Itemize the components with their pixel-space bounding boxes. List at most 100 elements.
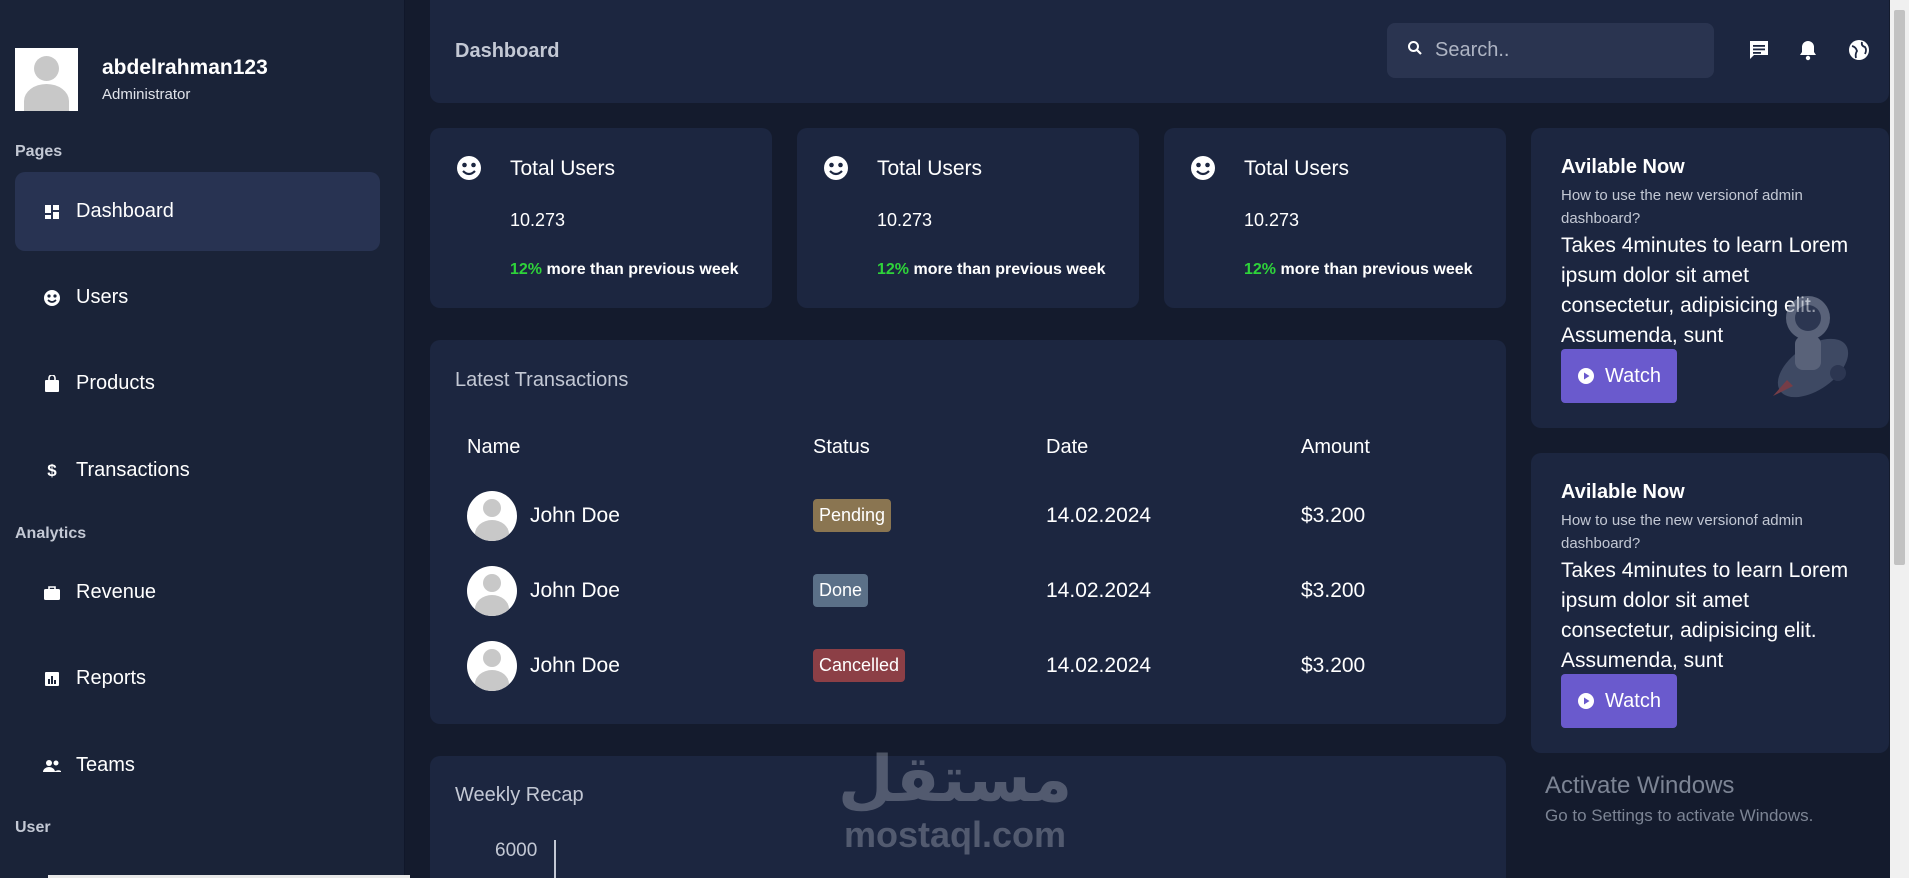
y-tick-label: 6000: [495, 840, 538, 861]
page-title: Dashboard: [455, 40, 560, 62]
stat-note: 12% more than previous week: [510, 261, 739, 279]
sidebar-item-dashboard[interactable]: Dashboard: [15, 172, 380, 251]
sidebar-item-label: Revenue: [76, 581, 157, 603]
status-badge: Cancelled: [813, 649, 906, 682]
watch-label: Watch: [1605, 689, 1661, 712]
column-header-name: Name: [467, 436, 521, 458]
users-icon: [42, 288, 62, 308]
globe-icon[interactable]: [1847, 38, 1871, 62]
section-label-user: User: [15, 819, 51, 836]
activate-title: Activate Windows: [1545, 772, 1735, 799]
status-badge: Pending: [813, 499, 892, 532]
stat-value: 10.273: [877, 210, 933, 230]
avatar: [467, 491, 517, 541]
row-amount: $3.200: [1301, 579, 1366, 602]
watermark: مستقل mostaql.com: [838, 745, 1072, 855]
astronaut-rocket-illustration: [1773, 296, 1849, 398]
watch-label: Watch: [1605, 364, 1661, 387]
y-axis: [554, 840, 556, 878]
sidebar: abdelrahman123 Administrator Pages Dashb…: [0, 0, 410, 878]
stat-percent: 12%: [877, 261, 910, 278]
column-header-status: Status: [813, 436, 870, 458]
watermark-arabic: مستقل: [838, 743, 1073, 817]
promo-title: Avilable Now: [1561, 156, 1685, 178]
stat-title: Total Users: [1244, 157, 1350, 180]
table-row[interactable]: John Doe Pending 14.02.2024 $3.200: [430, 484, 1506, 544]
stat-percent: 12%: [1244, 261, 1277, 278]
stat-note-text: more than previous week: [542, 261, 739, 278]
stat-note-text: more than previous week: [909, 261, 1106, 278]
profile-role: Administrator: [102, 86, 191, 103]
row-date: 14.02.2024: [1046, 504, 1152, 527]
stat-value: 10.273: [1244, 210, 1300, 230]
watch-button[interactable]: Watch: [1561, 349, 1677, 403]
watermark-text: mostaql.com: [844, 814, 1067, 855]
table-row[interactable]: John Doe Cancelled 14.02.2024 $3.200: [430, 634, 1506, 694]
panel-title: Latest Transactions: [455, 369, 629, 391]
stat-title: Total Users: [877, 157, 983, 180]
scrollbar-thumb[interactable]: [1894, 10, 1905, 565]
stat-note-text: more than previous week: [1276, 261, 1473, 278]
sidebar-item-products[interactable]: Products: [15, 344, 380, 423]
activate-windows-notice: Activate Windows Go to Settings to activ…: [1545, 772, 1813, 826]
bell-icon[interactable]: [1796, 38, 1820, 62]
avatar: [15, 48, 78, 111]
row-name: John Doe: [530, 654, 620, 677]
sidebar-item-teams[interactable]: Teams: [15, 726, 380, 805]
stat-card: Total Users 10.273 12% more than previou…: [797, 128, 1139, 308]
column-header-amount: Amount: [1301, 436, 1370, 458]
promo-title: Avilable Now: [1561, 481, 1685, 503]
promo-subtitle: How to use the new versionof admin dashb…: [1561, 187, 1803, 227]
row-amount: $3.200: [1301, 654, 1366, 677]
stat-card: Total Users 10.273 12% more than previou…: [430, 128, 772, 308]
row-name: John Doe: [530, 504, 620, 527]
row-date: 14.02.2024: [1046, 654, 1152, 677]
message-icon[interactable]: [1747, 38, 1771, 62]
sidebar-item-label: Products: [76, 372, 155, 394]
activate-subtitle: Go to Settings to activate Windows.: [1545, 806, 1814, 825]
promo-card: Avilable Now How to use the new versiono…: [1531, 453, 1889, 753]
status-badge: Done: [813, 574, 869, 607]
stat-percent: 12%: [510, 261, 543, 278]
table-row[interactable]: John Doe Done 14.02.2024 $3.200: [430, 559, 1506, 619]
promo-card: Avilable Now How to use the new versiono…: [1531, 128, 1889, 428]
sidebar-item-reports[interactable]: Reports: [15, 639, 380, 718]
search-icon: [1407, 40, 1423, 61]
scrollbar[interactable]: [1890, 0, 1909, 878]
avatar: [467, 641, 517, 691]
panel-title: Weekly Recap: [455, 784, 584, 806]
bag-icon: [42, 374, 62, 394]
users-icon: [1190, 155, 1216, 181]
row-name: John Doe: [530, 579, 620, 602]
row-date: 14.02.2024: [1046, 579, 1152, 602]
teams-icon: [42, 756, 62, 776]
stat-note: 12% more than previous week: [1244, 261, 1473, 279]
stat-title: Total Users: [510, 157, 616, 180]
sidebar-item-label: Teams: [76, 754, 135, 776]
user-profile[interactable]: abdelrahman123 Administrator: [15, 48, 268, 111]
avatar: [467, 566, 517, 616]
row-amount: $3.200: [1301, 504, 1366, 527]
top-bar: Dashboard: [430, 0, 1889, 103]
dollar-icon: $: [47, 460, 57, 480]
column-header-date: Date: [1046, 436, 1089, 458]
profile-name: abdelrahman123: [102, 56, 268, 79]
play-icon: [1577, 367, 1595, 385]
dashboard-icon: [42, 202, 62, 222]
stat-card: Total Users 10.273 12% more than previou…: [1164, 128, 1506, 308]
sidebar-item-label: Users: [76, 286, 129, 308]
promo-subtitle: How to use the new versionof admin dashb…: [1561, 512, 1803, 552]
watch-button[interactable]: Watch: [1561, 674, 1677, 728]
briefcase-icon: [42, 583, 62, 603]
transactions-panel: Latest Transactions Name Status Date Amo…: [430, 340, 1506, 724]
reports-icon: [42, 669, 62, 689]
search-box[interactable]: [1387, 23, 1714, 78]
sidebar-item-label: Reports: [76, 667, 147, 689]
sidebar-item-label: Transactions: [76, 459, 190, 481]
sidebar-item-revenue[interactable]: Revenue: [15, 553, 380, 632]
search-input[interactable]: [1435, 39, 1695, 62]
stat-note: 12% more than previous week: [877, 261, 1106, 279]
sidebar-item-transactions[interactable]: $ Transactions: [15, 431, 380, 510]
stat-value: 10.273: [510, 210, 566, 230]
sidebar-item-users[interactable]: Users: [15, 258, 380, 337]
